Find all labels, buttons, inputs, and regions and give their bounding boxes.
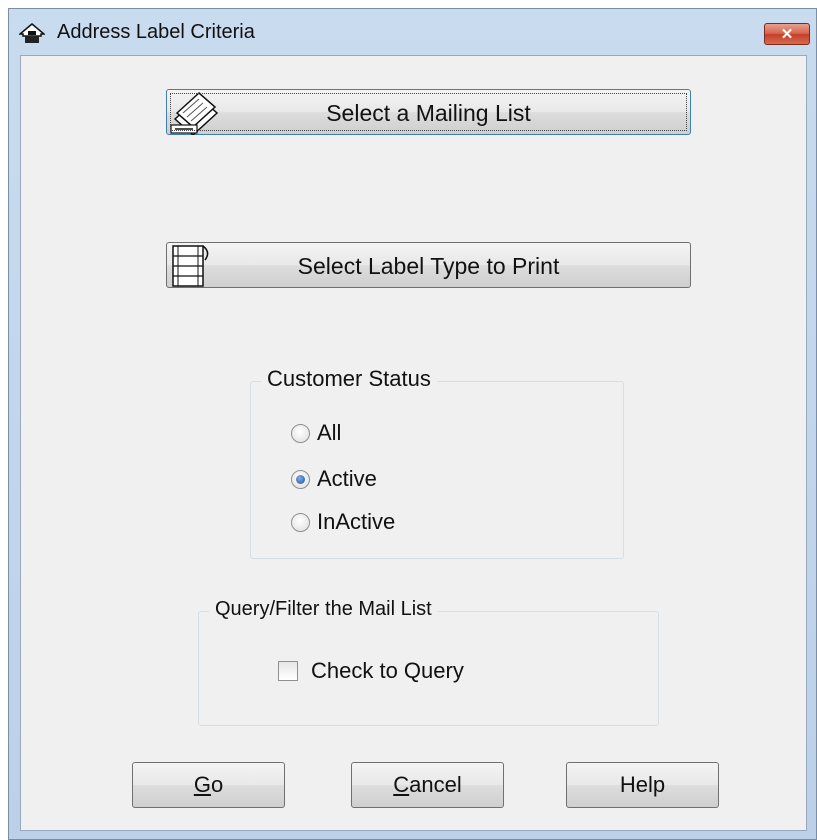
customer-status-group: Customer Status All Active InActive bbox=[250, 366, 624, 559]
check-to-query-label: Check to Query bbox=[311, 658, 464, 683]
dialog-window: Address Label Criteria ✕ Select a Mailin… bbox=[8, 8, 817, 840]
help-label: Help bbox=[619, 772, 666, 797]
query-filter-title: Query/Filter the Mail List bbox=[209, 598, 438, 621]
cancel-mnemonic: C bbox=[393, 772, 410, 797]
customer-status-title: Customer Status bbox=[261, 366, 437, 392]
close-button[interactable]: ✕ bbox=[764, 23, 810, 45]
help-button[interactable]: Help bbox=[566, 762, 719, 808]
radio-inactive-button[interactable] bbox=[291, 513, 310, 532]
radio-inactive-label: InActive bbox=[317, 509, 396, 534]
radio-active-label: Active bbox=[317, 466, 377, 491]
go-button[interactable]: Go bbox=[132, 762, 285, 808]
radio-active-button[interactable] bbox=[291, 470, 310, 489]
home-printer-icon bbox=[17, 23, 47, 45]
select-label-type-label: Select Label Type to Print bbox=[297, 253, 560, 279]
close-icon: ✕ bbox=[780, 26, 794, 43]
radio-all-label: All bbox=[317, 420, 342, 445]
go-mnemonic: G bbox=[193, 772, 211, 797]
cancel-button[interactable]: Cancel bbox=[351, 762, 504, 808]
radio-all-button[interactable] bbox=[291, 424, 310, 443]
query-filter-group: Query/Filter the Mail List Check to Quer… bbox=[198, 598, 659, 726]
select-label-type-button[interactable]: Select Label Type to Print bbox=[166, 242, 691, 288]
go-label-rest: o bbox=[210, 772, 224, 797]
select-mailing-list-label: Select a Mailing List bbox=[326, 100, 531, 126]
select-mailing-list-button[interactable]: Select a Mailing List bbox=[166, 89, 691, 137]
cancel-label-rest: ancel bbox=[409, 772, 462, 797]
title-bar[interactable]: Address Label Criteria ✕ bbox=[9, 9, 816, 55]
window-title: Address Label Criteria bbox=[57, 21, 255, 43]
check-to-query-box[interactable] bbox=[278, 661, 298, 681]
dialog-body: Select a Mailing List Select Label Type … bbox=[20, 55, 807, 831]
